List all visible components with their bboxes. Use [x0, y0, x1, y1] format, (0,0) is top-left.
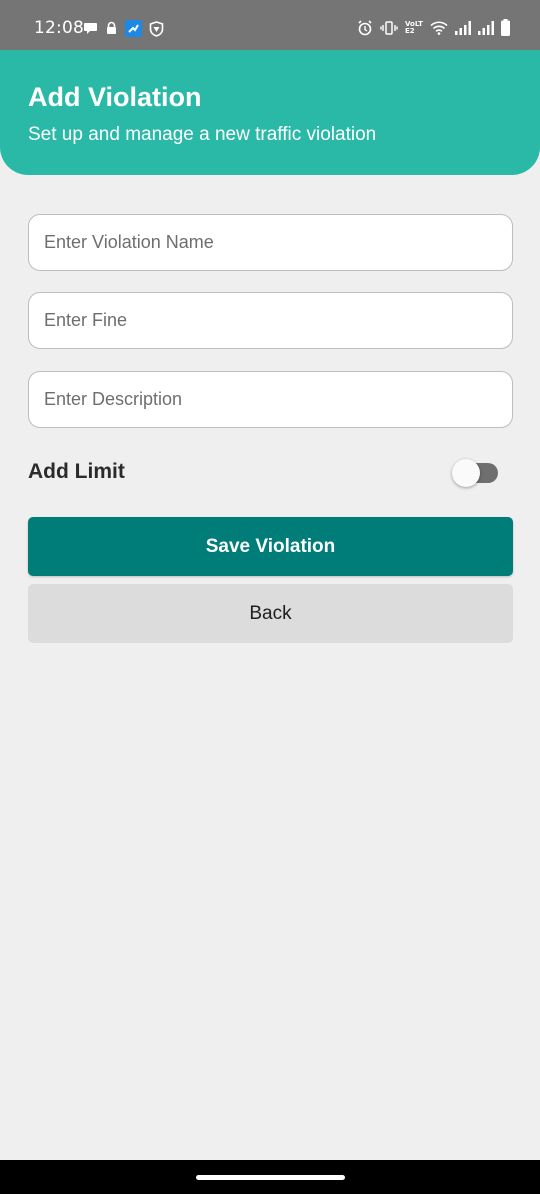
vibrate-icon: [380, 20, 398, 35]
status-left-icons: [83, 20, 164, 37]
signal-icon: [455, 20, 471, 35]
description-input[interactable]: [28, 371, 513, 428]
status-time: 12:08: [34, 18, 84, 38]
chat-bubble-icon: [84, 23, 97, 34]
volte-icon: VoLTE2: [405, 19, 423, 35]
add-limit-toggle[interactable]: [452, 459, 498, 487]
fine-input[interactable]: [28, 292, 513, 349]
page-title: Add Violation: [28, 82, 202, 112]
app-notification-icon: [125, 20, 142, 37]
page-subtitle: Set up and manage a new traffic violatio…: [28, 124, 377, 145]
toggle-thumb: [452, 459, 480, 487]
volte-label: VoLTE2: [405, 19, 423, 35]
alarm-icon: [358, 19, 372, 35]
signal-icon: [478, 20, 494, 35]
navigation-bar: [0, 1160, 540, 1194]
header-banner: Add Violation Set up and manage a new tr…: [0, 50, 540, 175]
save-violation-button[interactable]: Save Violation: [28, 517, 513, 576]
back-button[interactable]: Back: [28, 584, 513, 643]
status-right-icons: VoLTE2: [357, 19, 510, 36]
add-violation-screen: 12:08 VoLTE2 Add Violation Set up and ma…: [0, 0, 540, 1194]
battery-icon: [501, 19, 510, 36]
lock-icon: [107, 21, 116, 34]
add-limit-label: Add Limit: [28, 460, 125, 483]
wifi-icon: [430, 21, 448, 35]
home-gesture-handle[interactable]: [196, 1175, 345, 1180]
violation-name-input[interactable]: [28, 214, 513, 271]
vpn-shield-icon: [149, 20, 164, 37]
status-bar: 12:08 VoLTE2: [0, 0, 540, 57]
